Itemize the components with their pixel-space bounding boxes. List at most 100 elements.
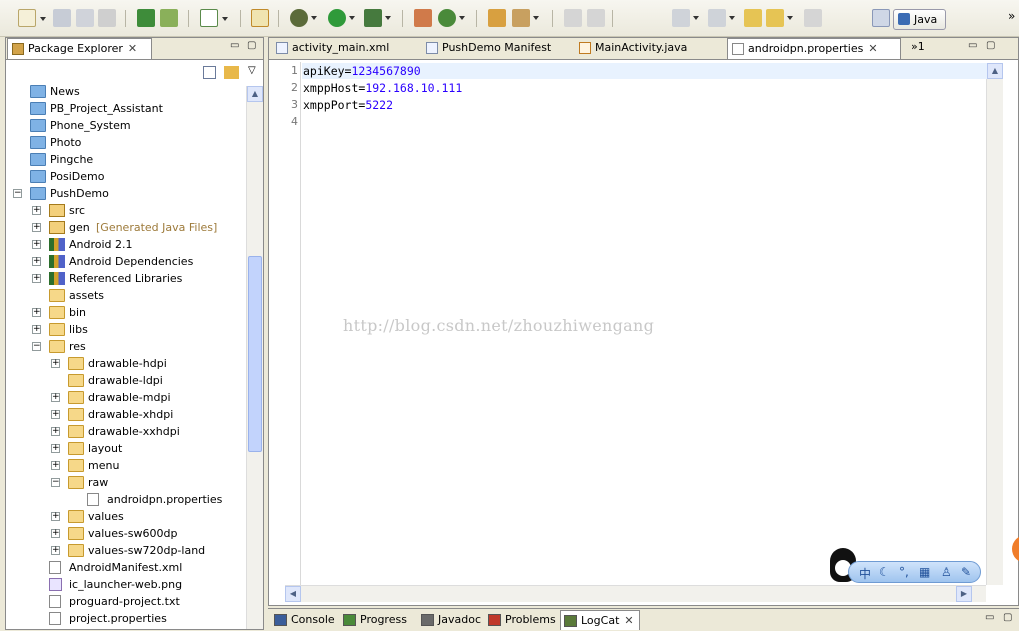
tab-pushdemo-manifest[interactable]: PushDemo Manifest bbox=[422, 38, 572, 58]
last-edit-location-icon[interactable] bbox=[744, 9, 762, 27]
expand-icon[interactable]: + bbox=[32, 274, 41, 283]
search-icon[interactable] bbox=[512, 9, 539, 27]
expand-icon[interactable]: + bbox=[51, 546, 60, 555]
android-avd-manager-icon[interactable] bbox=[160, 9, 178, 27]
collapse-all-icon[interactable] bbox=[203, 66, 216, 79]
collapse-icon[interactable]: − bbox=[13, 189, 22, 198]
expand-icon[interactable]: + bbox=[32, 308, 41, 317]
file-icon bbox=[49, 595, 61, 608]
tab-console[interactable]: Console bbox=[271, 610, 337, 630]
open-type-icon[interactable] bbox=[488, 9, 506, 27]
explorer-scroll-thumb[interactable] bbox=[248, 256, 262, 452]
expand-icon[interactable]: + bbox=[32, 325, 41, 334]
toolbar-overflow[interactable]: » bbox=[1008, 9, 1015, 23]
tab-mainactivity-java[interactable]: MainActivity.java bbox=[575, 38, 725, 58]
tab-label: Console bbox=[291, 613, 335, 626]
tab-progress[interactable]: Progress bbox=[340, 610, 415, 630]
ime-mode-label[interactable]: 中 bbox=[859, 565, 871, 582]
forward-icon[interactable] bbox=[804, 9, 822, 27]
maximize-icon[interactable]: ▢ bbox=[247, 40, 256, 51]
save-all-icon[interactable] bbox=[76, 9, 94, 27]
code-line[interactable]: apiKey=1234567890 bbox=[303, 64, 421, 78]
close-icon[interactable]: ✕ bbox=[868, 39, 877, 58]
expand-icon[interactable]: + bbox=[51, 461, 60, 470]
tab-problems[interactable]: Problems bbox=[485, 610, 557, 630]
android-sdk-manager-icon[interactable] bbox=[137, 9, 155, 27]
debug-icon[interactable] bbox=[290, 9, 317, 27]
toggle-mark-occurrences-icon[interactable] bbox=[564, 9, 582, 27]
previous-annotation-icon[interactable] bbox=[708, 9, 735, 27]
checkbox-task-icon[interactable] bbox=[200, 9, 228, 27]
scroll-right-icon[interactable]: ▶ bbox=[956, 586, 972, 602]
user-icon[interactable]: ♙ bbox=[941, 565, 952, 579]
expand-icon[interactable]: + bbox=[51, 393, 60, 402]
run-external-icon[interactable] bbox=[364, 9, 391, 27]
expand-icon[interactable]: + bbox=[32, 240, 41, 249]
tab-logcat[interactable]: LogCat ✕ bbox=[560, 610, 640, 630]
collapse-icon[interactable]: − bbox=[51, 478, 60, 487]
next-annotation-icon[interactable] bbox=[672, 9, 699, 27]
tab-label: PushDemo Manifest bbox=[442, 41, 552, 54]
maximize-icon[interactable]: ▢ bbox=[1003, 612, 1012, 623]
property-key: xmppHost= bbox=[303, 81, 366, 95]
back-icon[interactable] bbox=[766, 9, 793, 27]
new-android-project-icon[interactable] bbox=[251, 9, 269, 27]
minimize-icon[interactable]: ▭ bbox=[985, 612, 994, 623]
wrench-icon[interactable]: ✎ bbox=[961, 565, 971, 579]
minimize-icon[interactable]: ▭ bbox=[230, 40, 239, 51]
save-icon[interactable] bbox=[53, 9, 71, 27]
tree-item-label: AndroidManifest.xml bbox=[69, 561, 183, 574]
close-icon[interactable]: ✕ bbox=[128, 39, 137, 58]
tab-activity-main-xml[interactable]: activity_main.xml bbox=[272, 38, 419, 58]
tab-javadoc[interactable]: Javadoc bbox=[418, 610, 482, 630]
close-icon[interactable]: ✕ bbox=[624, 611, 633, 631]
expand-icon[interactable]: + bbox=[51, 359, 60, 368]
keyboard-icon[interactable]: ▦ bbox=[919, 565, 930, 579]
moon-icon[interactable]: ☾ bbox=[879, 565, 890, 579]
project-icon bbox=[30, 102, 46, 115]
expand-icon[interactable]: + bbox=[32, 223, 41, 232]
tab-overflow[interactable]: »1 bbox=[911, 40, 925, 53]
expand-icon[interactable]: + bbox=[32, 257, 41, 266]
new-java-class-icon[interactable] bbox=[414, 9, 432, 27]
code-line[interactable]: xmppPort=5222 bbox=[303, 98, 393, 112]
explorer-vscroll[interactable]: ▲ bbox=[246, 86, 263, 629]
logcat-icon bbox=[564, 615, 577, 627]
print-icon[interactable] bbox=[98, 9, 116, 27]
expand-icon[interactable]: + bbox=[32, 206, 41, 215]
editor-vscroll[interactable]: ▲ bbox=[986, 63, 1003, 585]
open-perspective-icon[interactable] bbox=[872, 9, 890, 27]
new-icon[interactable] bbox=[18, 9, 46, 27]
ime-toolbar[interactable]: 中 ☾ °, ▦ ♙ ✎ bbox=[848, 561, 981, 583]
tab-androidpn-properties[interactable]: androidpn.properties ✕ bbox=[727, 38, 901, 59]
expand-icon[interactable]: + bbox=[51, 512, 60, 521]
java-perspective-button[interactable]: Java bbox=[893, 9, 946, 30]
lib-icon bbox=[49, 255, 65, 268]
expand-icon[interactable]: + bbox=[51, 427, 60, 436]
scroll-up-icon[interactable]: ▲ bbox=[987, 63, 1003, 79]
scroll-left-icon[interactable]: ◀ bbox=[285, 586, 301, 602]
scroll-up-icon[interactable]: ▲ bbox=[247, 86, 263, 102]
tree-item-label: project.properties bbox=[69, 612, 167, 625]
tab-package-explorer[interactable]: Package Explorer ✕ bbox=[7, 38, 152, 59]
expand-icon[interactable]: + bbox=[51, 529, 60, 538]
code-line[interactable]: xmppHost=192.168.10.111 bbox=[303, 81, 462, 95]
expand-icon[interactable]: + bbox=[51, 444, 60, 453]
expand-icon[interactable]: + bbox=[51, 410, 60, 419]
line-number: 2 bbox=[291, 81, 298, 94]
run-icon[interactable] bbox=[328, 9, 355, 27]
java-perspective-label: Java bbox=[914, 13, 938, 26]
show-whitespace-icon[interactable] bbox=[587, 9, 605, 27]
tab-label: Progress bbox=[360, 613, 407, 626]
tree-item-label: Phone_System bbox=[50, 119, 131, 132]
new-java-package-icon[interactable] bbox=[438, 9, 465, 27]
link-with-editor-icon[interactable] bbox=[224, 66, 239, 79]
maximize-icon[interactable]: ▢ bbox=[986, 40, 995, 51]
watermark-text: http://blog.csdn.net/zhouzhiwengang bbox=[343, 316, 655, 335]
editor-hscroll[interactable]: ◀ ▶ bbox=[285, 585, 986, 602]
collapse-icon[interactable]: − bbox=[32, 342, 41, 351]
punctuation-icon[interactable]: °, bbox=[899, 565, 909, 579]
view-menu-icon[interactable]: ▽ bbox=[248, 65, 256, 76]
minimize-icon[interactable]: ▭ bbox=[968, 40, 977, 51]
folder-icon bbox=[68, 459, 84, 472]
